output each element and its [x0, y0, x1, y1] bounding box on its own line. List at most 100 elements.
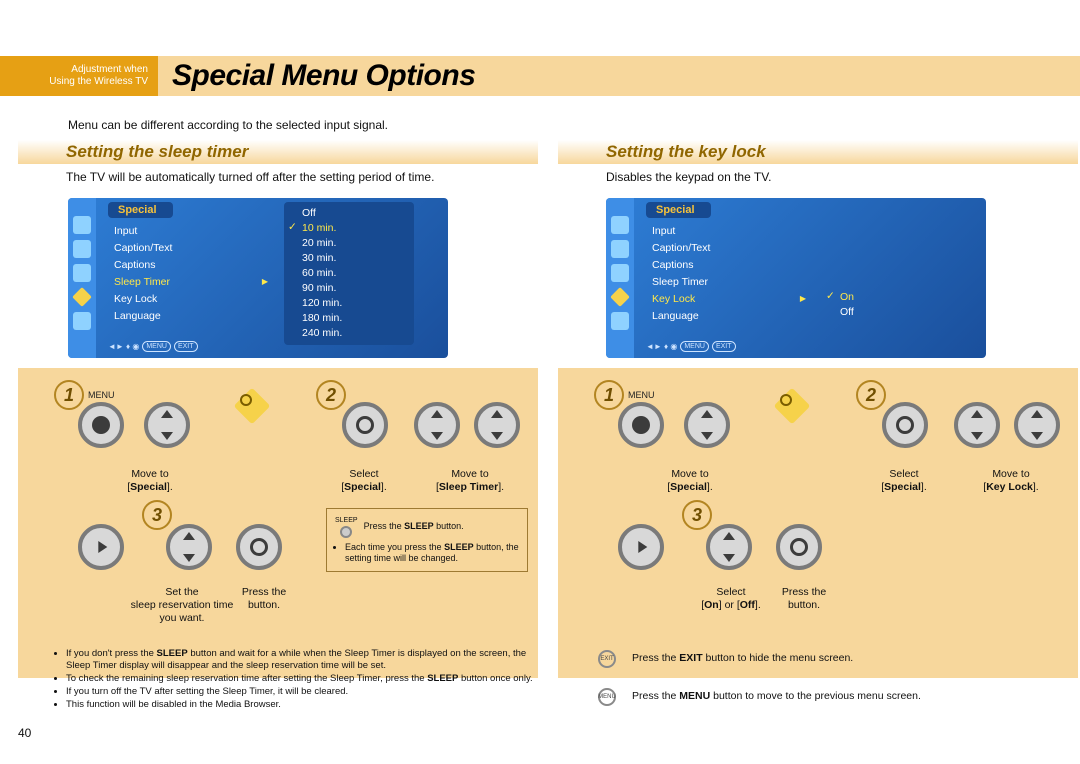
- key-icon: [236, 390, 268, 422]
- section-desc-keylock: Disables the keypad on the TV.: [558, 164, 1078, 184]
- osd-sleep: Special Input Caption/Text Captions Slee…: [68, 198, 448, 358]
- remote-updown-button: [414, 402, 460, 448]
- remote-updown-button: [954, 402, 1000, 448]
- step2-capb2: Sleep Timer: [439, 481, 498, 493]
- header: Adjustment when Using the Wireless TV Sp…: [0, 52, 1080, 100]
- step2-capa2: Special: [344, 481, 381, 493]
- remote-right-button: [618, 524, 664, 570]
- step-number: 2: [856, 380, 886, 410]
- step-number: 3: [682, 500, 712, 530]
- osd-footer: ◄► ♦ ◉ MENU EXIT: [108, 341, 198, 352]
- osd-title: Special: [646, 202, 711, 218]
- menu-button-label: MENU: [88, 390, 115, 400]
- osd-item-selected: Sleep Timer▶: [108, 273, 268, 290]
- osd-foot-exit: EXIT: [712, 341, 736, 352]
- osd-item: Language: [108, 307, 268, 324]
- step-number: 2: [316, 380, 346, 410]
- sleep-button-icon: [340, 526, 352, 538]
- key-icon: [776, 390, 808, 422]
- remote-right-button: [78, 524, 124, 570]
- osd-item: Language: [646, 307, 806, 324]
- step3-capa1: Set the: [165, 586, 198, 598]
- section-desc-sleep: The TV will be automatically turned off …: [18, 164, 538, 184]
- rail-icon: [611, 240, 629, 258]
- footer-bullets-sleep: If you don't press the SLEEP button and …: [54, 648, 544, 712]
- osd-option-selected: On: [822, 290, 854, 305]
- remote-updown-button: [474, 402, 520, 448]
- step-number: 1: [594, 380, 624, 410]
- remote-updown-button: [144, 402, 190, 448]
- osd-option: Off: [284, 206, 414, 221]
- osd-foot-menu: MENU: [680, 341, 709, 352]
- osd-rail: [68, 198, 96, 358]
- osd-option: 90 min.: [284, 281, 414, 296]
- remote-menu-button: [618, 402, 664, 448]
- osd-option: 30 min.: [284, 251, 414, 266]
- osd-foot-menu: MENU: [142, 341, 171, 352]
- menu-button-icon: MENU: [598, 688, 616, 706]
- steps-keylock: 1 MENU Move to[Special]. 2 Select[Specia…: [558, 368, 1078, 678]
- section-tab: Adjustment when Using the Wireless TV: [0, 56, 158, 96]
- col-sleep: Setting the sleep timer The TV will be a…: [18, 140, 538, 184]
- step-number: 3: [142, 500, 172, 530]
- osd-item: Sleep Timer: [646, 273, 806, 290]
- step3-capb2: button.: [248, 599, 280, 611]
- step3-capa3: you want.: [160, 612, 205, 624]
- rail-icon: [73, 264, 91, 282]
- tab-line1: Adjustment when: [14, 64, 148, 76]
- osd-option: 240 min.: [284, 326, 414, 341]
- rail-icon: [611, 264, 629, 282]
- rail-icon-key: [73, 288, 91, 306]
- rail-icon: [73, 240, 91, 258]
- osd-item: Input: [646, 222, 806, 239]
- exit-button-icon: EXIT: [598, 650, 616, 668]
- bullet: To check the remaining sleep reservation…: [66, 673, 544, 685]
- sleep-btn-label: SLEEP: [335, 515, 358, 526]
- step-number: 1: [54, 380, 84, 410]
- arrow-right-icon: ▶: [800, 294, 806, 303]
- osd-foot-exit: EXIT: [174, 341, 198, 352]
- osd-item: Key Lock: [108, 290, 268, 307]
- step1-cap1: Move to: [131, 468, 168, 480]
- col-keylock: Setting the key lock Disables the keypad…: [558, 140, 1078, 184]
- step3-capb1: Press the: [242, 586, 286, 598]
- rail-icon: [611, 312, 629, 330]
- note-bullet: Each time you press the SLEEP button, th…: [345, 542, 519, 564]
- osd-option: Off: [822, 305, 854, 320]
- osd-title: Special: [108, 202, 173, 218]
- remote-updown-button: [684, 402, 730, 448]
- intro-text: Menu can be different according to the s…: [68, 118, 388, 132]
- step3-capa2: sleep reservation time: [131, 599, 234, 611]
- remote-updown-button: [706, 524, 752, 570]
- osd-item: Captions: [646, 256, 806, 273]
- section-title-sleep: Setting the sleep timer: [66, 142, 248, 162]
- rail-icon: [73, 312, 91, 330]
- step1-cap2: Special: [130, 481, 167, 493]
- rail-icon: [73, 216, 91, 234]
- osd-option-list: Off 10 min. 20 min. 30 min. 60 min. 90 m…: [284, 202, 414, 345]
- rail-icon-key: [611, 288, 629, 306]
- step2-capa1: Select: [349, 468, 378, 480]
- arrow-icons: ◄► ♦ ◉: [646, 342, 677, 351]
- remote-select-button: [882, 402, 928, 448]
- steps-sleep: 1 MENU Move to[Special]. 2 Select[Specia…: [18, 368, 538, 678]
- osd-option: 60 min.: [284, 266, 414, 281]
- tab-line2: Using the Wireless TV: [14, 76, 148, 88]
- osd-item-list: Input Caption/Text Captions Sleep Timer …: [646, 222, 806, 324]
- header-strip: Special Menu Options: [158, 56, 1080, 96]
- osd-item: Caption/Text: [646, 239, 806, 256]
- osd-item: Captions: [108, 256, 268, 273]
- note-box: SLEEP Press the SLEEP button. Each time …: [326, 508, 528, 572]
- bullet: This function will be disabled in the Me…: [66, 699, 544, 711]
- osd-option: 20 min.: [284, 236, 414, 251]
- osd-item-selected: Key Lock▶: [646, 290, 806, 307]
- menu-note: Press the MENU button to move to the pre…: [632, 690, 1072, 703]
- step2-capb1: Move to: [451, 468, 488, 480]
- osd-option: 120 min.: [284, 296, 414, 311]
- remote-menu-button: [78, 402, 124, 448]
- arrow-right-icon: ▶: [262, 277, 268, 286]
- remote-select-button: [342, 402, 388, 448]
- osd-item: Input: [108, 222, 268, 239]
- rail-icon: [611, 216, 629, 234]
- osd-item-list: Input Caption/Text Captions Sleep Timer▶…: [108, 222, 268, 324]
